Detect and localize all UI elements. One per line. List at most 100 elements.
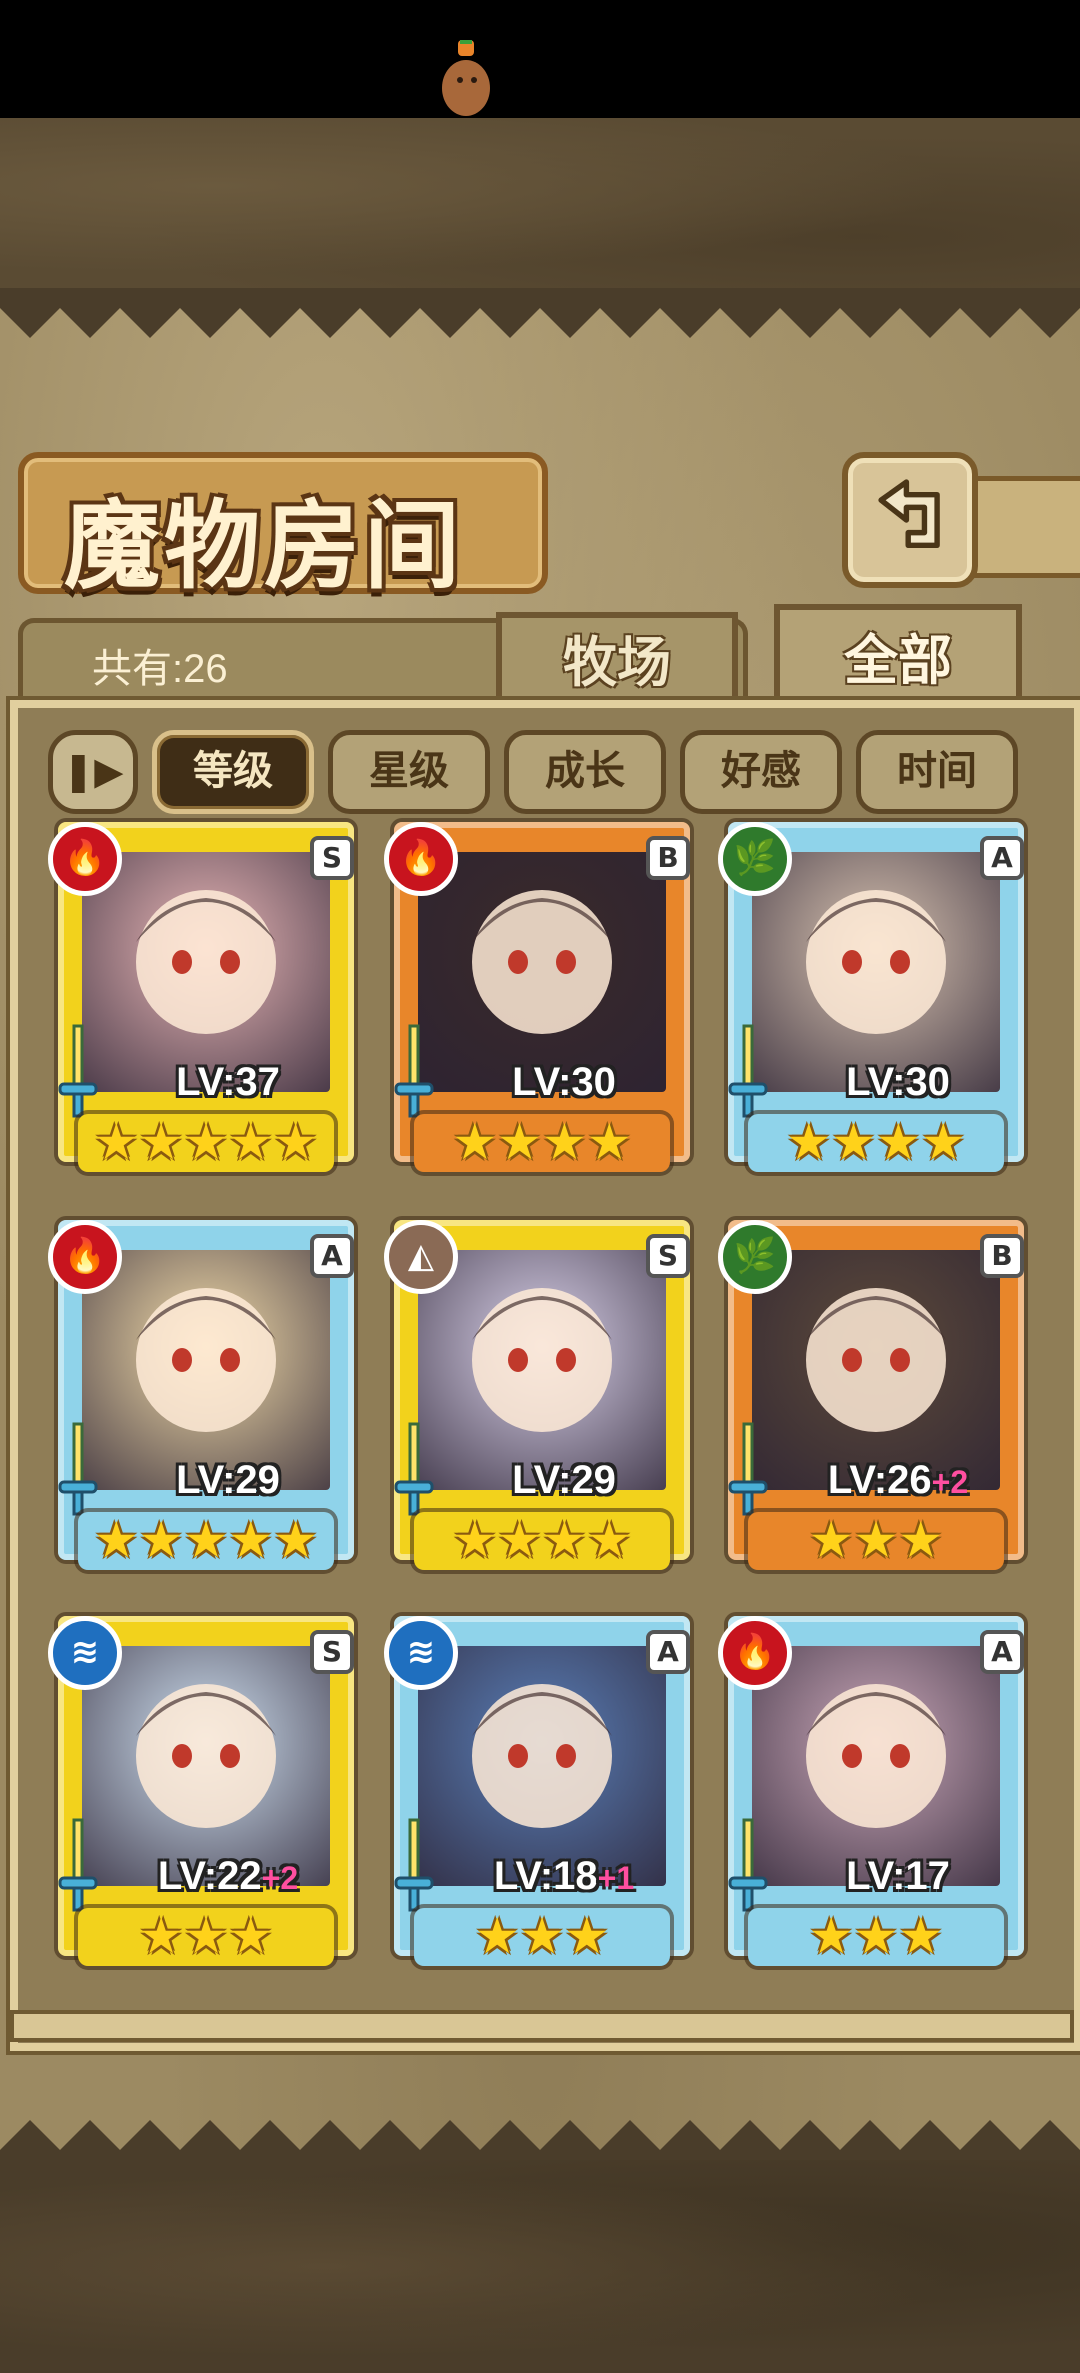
capybara-mascot-icon [442, 40, 490, 116]
level-value: LV:26 [827, 1458, 932, 1502]
level-label: LV:18+1 [454, 1854, 674, 1899]
return-arrow-icon [878, 479, 940, 548]
sword-icon [394, 1818, 434, 1912]
wood-element-icon: 🌿 [718, 1220, 792, 1294]
star-icon: ★ [138, 1511, 184, 1569]
star-icon: ★ [831, 1113, 876, 1171]
back-button[interactable] [842, 452, 978, 588]
sort-by-growth[interactable]: 成长 [504, 730, 666, 814]
star-icon: ★ [853, 1511, 899, 1569]
earth-element-icon: ◭ [384, 1220, 458, 1294]
rank-badge: A [646, 1630, 690, 1674]
sword-icon [728, 1818, 768, 1912]
monster-card[interactable]: 🔥 B LV:30 ★★★★ [384, 822, 704, 1182]
rank-badge: S [310, 1630, 354, 1674]
sword-icon [394, 1024, 434, 1118]
star-icon: ★ [564, 1907, 610, 1965]
level-value: LV:17 [846, 1854, 950, 1898]
star-rating: ★★★★ [748, 1114, 1004, 1172]
star-rating: ★★★★ [414, 1114, 670, 1172]
rank-badge: A [310, 1234, 354, 1278]
level-label: LV:17 [788, 1854, 1008, 1899]
monster-card[interactable]: 🔥 A LV:17 ★★★ [718, 1616, 1038, 1976]
sword-icon [728, 1024, 768, 1118]
star-rating: ★★★★★ [78, 1114, 334, 1172]
rank-badge: S [646, 1234, 690, 1278]
page-title: 魔物房间 [64, 489, 464, 602]
level-label: LV:37 [118, 1060, 338, 1105]
star-icon: ★ [898, 1511, 944, 1569]
monster-portrait [752, 1646, 1000, 1886]
rank-badge: A [980, 1630, 1024, 1674]
monster-portrait [82, 1250, 330, 1490]
star-icon: ★ [853, 1907, 899, 1965]
back-button-plate [972, 476, 1080, 578]
sort-by-level[interactable]: 等级 [152, 730, 314, 814]
pause-sort-icon: ❚▶ [62, 749, 124, 793]
star-rating: ★★★★ [414, 1512, 670, 1570]
monster-card[interactable]: ≋ S LV:22+2 ★★★ [48, 1616, 368, 1976]
star-icon: ★ [898, 1907, 944, 1965]
star-icon: ★ [474, 1907, 520, 1965]
star-rating: ★★★ [78, 1908, 334, 1966]
status-bar [0, 0, 1080, 118]
level-value: LV:22 [157, 1854, 262, 1898]
monster-portrait [752, 1250, 1000, 1490]
map-background-top [0, 118, 1080, 288]
monster-card[interactable]: 🔥 S LV:37 ★★★★★ [48, 822, 368, 1182]
monster-portrait [752, 852, 1000, 1092]
star-icon: ★ [228, 1511, 274, 1569]
sword-icon [728, 1422, 768, 1516]
monster-card[interactable]: 🌿 A LV:30 ★★★★ [718, 822, 1038, 1182]
monster-count: 共有:26 [92, 647, 228, 691]
star-icon: ★ [452, 1511, 498, 1569]
sort-by-time[interactable]: 时间 [856, 730, 1018, 814]
star-icon: ★ [808, 1511, 854, 1569]
star-icon: ★ [183, 1113, 229, 1171]
zigzag-border-top [0, 288, 1080, 338]
monster-card[interactable]: 🌿 B LV:26+2 ★★★ [718, 1220, 1038, 1580]
star-icon: ★ [228, 1907, 274, 1965]
star-rating: ★★★ [748, 1908, 1004, 1966]
star-icon: ★ [586, 1511, 632, 1569]
water-element-icon: ≋ [48, 1616, 122, 1690]
star-icon: ★ [273, 1511, 319, 1569]
monster-card[interactable]: ≋ A LV:18+1 ★★★ [384, 1616, 704, 1976]
level-label: LV:22+2 [118, 1854, 338, 1899]
star-icon: ★ [808, 1907, 854, 1965]
star-icon: ★ [786, 1113, 832, 1171]
level-label: LV:30 [454, 1060, 674, 1105]
sort-by-affection[interactable]: 好感 [680, 730, 842, 814]
map-background-bottom [0, 2160, 1080, 2373]
rank-badge: A [980, 836, 1024, 880]
star-icon: ★ [93, 1511, 139, 1569]
tab-all[interactable]: 全部 [774, 604, 1022, 710]
monster-card[interactable]: 🔥 A LV:29 ★★★★★ [48, 1220, 368, 1580]
star-icon: ★ [273, 1113, 319, 1171]
level-label: LV:26+2 [788, 1458, 1008, 1503]
title-plate: 魔物房间 [18, 452, 548, 602]
sort-order-toggle[interactable]: ❚▶ [48, 730, 138, 814]
monster-portrait [418, 1250, 666, 1490]
level-bonus: +1 [597, 1860, 635, 1896]
fire-element-icon: 🔥 [718, 1616, 792, 1690]
level-value: LV:18 [493, 1854, 598, 1898]
water-element-icon: ≋ [384, 1616, 458, 1690]
monster-card[interactable]: ◭ S LV:29 ★★★★ [384, 1220, 704, 1580]
level-value: LV:37 [176, 1060, 280, 1104]
star-icon: ★ [183, 1907, 229, 1965]
wood-element-icon: 🌿 [718, 822, 792, 896]
star-icon: ★ [497, 1113, 542, 1171]
panel-bottom-rail [10, 2010, 1074, 2042]
star-icon: ★ [183, 1511, 229, 1569]
sort-by-stars[interactable]: 星级 [328, 730, 490, 814]
monster-portrait [82, 1646, 330, 1886]
star-icon: ★ [542, 1511, 587, 1569]
rank-badge: B [980, 1234, 1024, 1278]
monster-portrait [418, 852, 666, 1092]
sword-icon [58, 1422, 98, 1516]
rank-badge: B [646, 836, 690, 880]
level-value: LV:29 [512, 1458, 616, 1502]
sword-icon [58, 1818, 98, 1912]
tab-ranch[interactable]: 牧场 [496, 612, 738, 706]
